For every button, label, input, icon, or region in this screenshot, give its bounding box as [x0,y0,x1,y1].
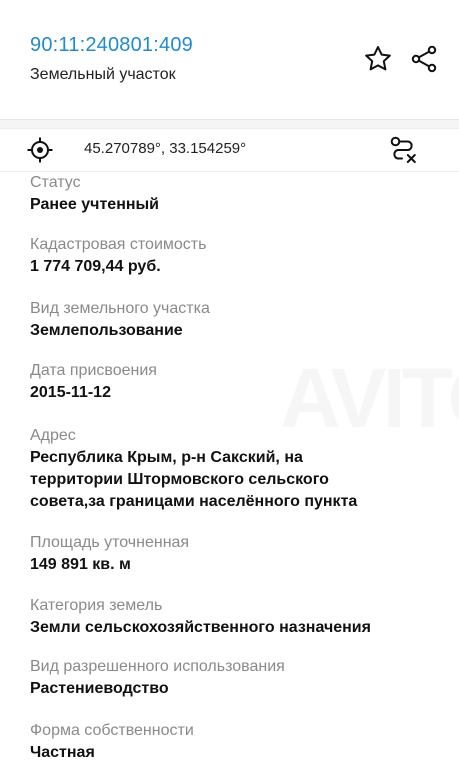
property-land-category: Категория земель Земли сельскохозяйствен… [30,595,440,639]
property-value: Растениеводство [30,680,169,697]
property-value-line: территории Штормовского сельского [30,471,329,488]
property-value: 149 891 кв. м [30,556,131,573]
property-label: Форма собственности [30,722,194,739]
property-ownership: Форма собственности Частная [30,720,440,764]
cadastral-number[interactable]: 90:11:240801:409 [30,34,193,57]
property-value: 2015-11-12 [30,384,111,401]
property-value: Частная [30,744,95,761]
property-land-kind: Вид земельного участка Землепользование [30,298,440,342]
property-label: Статус [30,174,81,191]
property-status: Статус Ранее учтенный [30,172,440,216]
property-value: 1 774 709,44 руб. [30,258,161,275]
coordinates-text[interactable]: 45.270789°, 33.154259° [84,140,246,157]
property-area: Площадь уточненная 149 891 кв. м [30,532,440,576]
property-label: Вид земельного участка [30,300,210,317]
property-value-line: Республика Крым, р-н Сакский, на [30,449,303,466]
property-value: Земли сельскохозяйственного назначения [30,619,371,636]
property-value-line: совета,за границами населённого пункта [30,493,358,510]
star-icon[interactable] [362,43,394,75]
header: 90:11:240801:409 Земельный участок [0,0,459,120]
property-value: Ранее учтенный [30,196,160,213]
property-label: Площадь уточненная [30,534,190,551]
property-value: Землепользование [30,322,183,339]
property-label: Кадастровая стоимость [30,236,207,253]
property-cadastral-value: Кадастровая стоимость 1 774 709,44 руб. [30,234,440,278]
property-label: Дата присвоения [30,362,157,379]
property-assigned-date: Дата присвоения 2015-11-12 [30,360,440,404]
share-icon[interactable] [408,43,440,75]
target-icon[interactable] [26,136,54,164]
property-label: Адрес [30,427,76,444]
plot-type: Земельный участок [30,66,176,83]
property-label: Категория земель [30,597,163,614]
route-close-icon[interactable] [386,133,420,167]
coordinates-bar: 45.270789°, 33.154259° [0,128,459,172]
property-address: Адрес Республика Крым, р-н Сакский, на т… [30,425,440,513]
property-permitted-use: Вид разрешенного использования Растениев… [30,656,440,700]
section-gap [0,120,459,128]
property-label: Вид разрешенного использования [30,658,285,675]
